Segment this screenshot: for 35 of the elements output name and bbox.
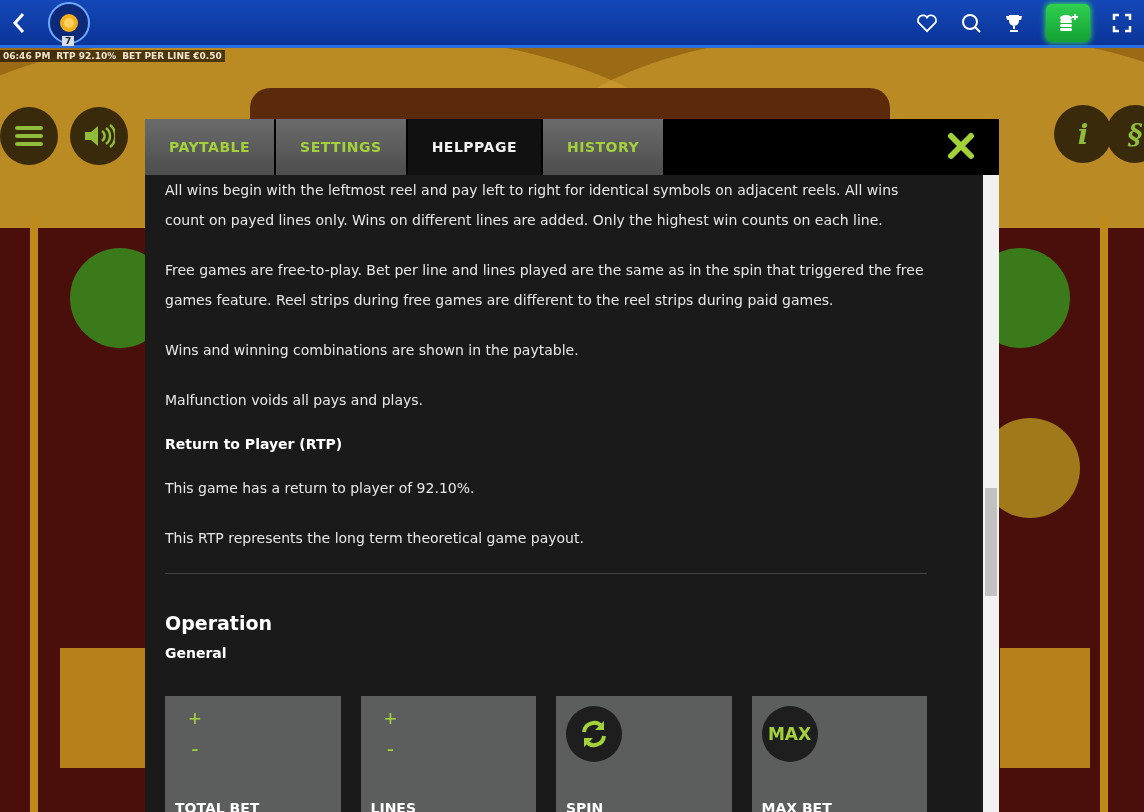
info-text: BET PER LINE €0.50 [122, 51, 222, 61]
plus-button[interactable]: + [175, 704, 215, 734]
menu-icon [15, 125, 43, 147]
search-icon[interactable] [960, 11, 982, 34]
info-text: RTP 92.10% [56, 51, 117, 61]
subheading: General [165, 644, 228, 663]
speaker-icon [83, 123, 115, 149]
section-heading: Operation [165, 611, 273, 636]
max-button[interactable]: MAX [761, 706, 818, 762]
coin-icon [59, 12, 79, 33]
back-button[interactable] [12, 11, 26, 34]
paragraph: Free games are free-to-play. Bet per line and lines played are the same as in the spin that triggered the free games feature. Reel strips during free games are different to the reel strips during paid games. [165, 261, 925, 310]
tab[interactable]: HISTORY [542, 119, 664, 175]
info-text: 06:46 PM [3, 51, 51, 61]
plus-button[interactable]: + [370, 704, 411, 734]
cashier-button[interactable] [1046, 3, 1090, 42]
coins-icon [1057, 11, 1079, 34]
paragraph: Wins and winning combinations are shown in the paytable. [165, 341, 580, 360]
paragraph: This game has a return to player of 92.10%. [165, 479, 476, 498]
heart-icon[interactable] [916, 12, 938, 33]
paragraph: Malfunction voids all pays and plays. [165, 391, 425, 410]
trophy-icon[interactable] [1004, 12, 1024, 33]
minus-button[interactable]: - [175, 734, 215, 764]
minus-button[interactable]: - [370, 734, 411, 764]
fullscreen-icon[interactable] [1112, 12, 1132, 33]
level-badge: 7 [62, 35, 75, 46]
avatar-button[interactable]: 7 [48, 1, 90, 44]
tab[interactable]: HELPPAGE [407, 119, 541, 175]
tab[interactable]: PAYTABLE [145, 119, 275, 175]
scrollbar[interactable] [983, 175, 999, 812]
paragraph: All wins begin with the leftmost reel and pay left to right for identical symbols on adjacent reels. All wins count on payed lines only. Wins on different lines are added. Only the highest win counts on each line. [165, 181, 900, 230]
paragraph: This RTP represents the long term theoretical game payout. [165, 529, 585, 548]
tab[interactable]: SETTINGS [276, 119, 406, 175]
subheading: Return to Player (RTP) [165, 435, 344, 454]
spin-button[interactable] [566, 706, 622, 762]
